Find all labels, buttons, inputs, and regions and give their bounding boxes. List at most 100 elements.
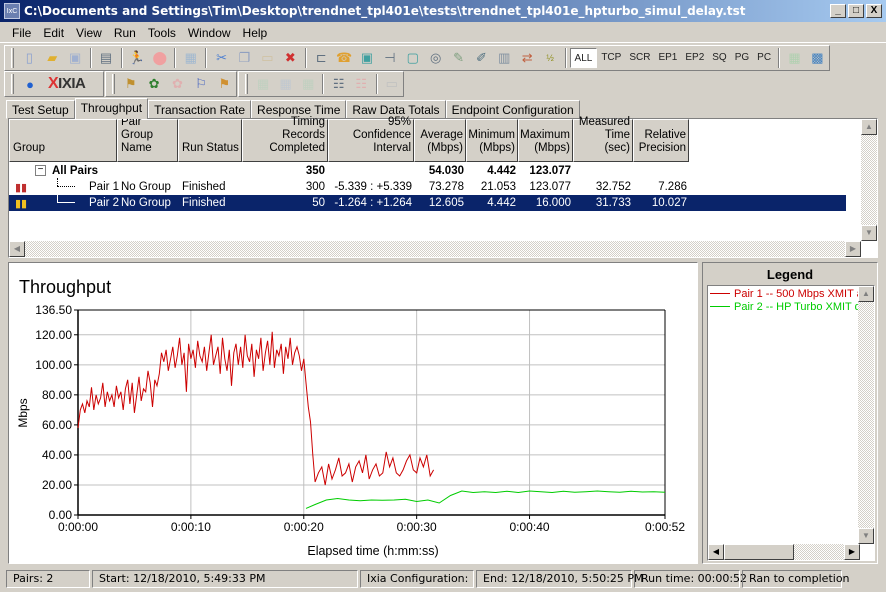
flower-disabled-icon[interactable]: ✿ [168,74,187,94]
edit-icon[interactable]: ✎ [449,48,468,68]
scroll-thumb[interactable] [724,544,794,560]
scroll-right-button[interactable]: ▶ [845,241,861,257]
filter-ep2[interactable]: EP2 [681,48,708,68]
pair-options-icon[interactable]: ✐ [472,48,491,68]
sheet-icon[interactable]: ▦ [254,74,273,94]
menu-edit[interactable]: Edit [37,26,70,40]
table-row-summary[interactable]: − All Pairs 350 54.030 4.442 123.077 [9,163,846,179]
legend-item-pair2[interactable]: Pair 2 -- HP Turbo XMIT de [710,300,874,313]
col-confidence-interval[interactable]: 95% Confidence Interval [328,116,414,162]
group-icon[interactable]: ▥ [495,48,514,68]
filter-ep1[interactable]: EP1 [654,48,681,68]
scroll-left-button[interactable]: ◀ [9,241,25,257]
flower-icon[interactable]: ✿ [144,74,163,94]
scroll-down-button[interactable]: ▼ [861,225,877,241]
stop-icon[interactable]: ⬤ [150,48,169,68]
filter-pg[interactable]: PG [731,48,753,68]
open-folder-icon[interactable]: ▰ [43,48,62,68]
flag-icon[interactable]: ⚑ [215,74,234,94]
tab-throughput[interactable]: Throughput [74,98,149,119]
close-button[interactable]: X [866,4,882,18]
col-average[interactable]: Average (Mbps) [414,119,466,162]
table-row[interactable]: ▮▮ Pair 2 No Group Finished 50 -1.264 : … [9,187,846,211]
scroll-up-button[interactable]: ▲ [861,119,877,135]
menu-view[interactable]: View [70,26,108,40]
table-vertical-scrollbar[interactable]: ▲ ▼ [861,119,877,241]
filter-pc[interactable]: PC [753,48,775,68]
chart-pane: Throughput 0.00 20.00 40.00 60.00 80.00 100.0… [8,262,698,564]
filter-all[interactable]: ALL [569,48,598,68]
pair-records: 50 [312,197,325,209]
delete-icon[interactable]: ✖ [281,48,300,68]
filter-tcp[interactable]: TCP [597,48,625,68]
throughput-chart: Throughput 0.0020.0040.0060.0080.00100.0… [16,277,685,558]
scroll-up-button[interactable]: ▲ [858,286,874,302]
toolbar-grip[interactable] [112,74,115,94]
structure2-icon[interactable]: ☷ [352,74,371,94]
col-pair-group-name[interactable]: Pair Group Name [117,116,178,162]
stream-icon[interactable]: ◎ [426,48,445,68]
table-horizontal-scrollbar[interactable]: ◀ ▶ [9,241,861,257]
maximize-button[interactable]: □ [848,4,864,18]
network-flag-icon[interactable]: ⚐ [191,74,210,94]
col-measured-time[interactable]: Measured Time (sec) [573,116,633,162]
info-icon[interactable]: ● [20,74,40,94]
compare-icon[interactable]: ▦ [181,48,200,68]
legend-item-pair1[interactable]: Pair 1 -- 500 Mbps XMIT ac [710,287,874,300]
pair-ci: -1.264 : +1.264 [334,197,412,209]
col-maximum[interactable]: Maximum (Mbps) [518,119,573,162]
pair-icon[interactable]: ⊏ [312,48,331,68]
col-group[interactable]: Group [9,119,117,162]
structure-icon[interactable]: ☷ [329,74,348,94]
tab-endpoint-configuration[interactable]: Endpoint Configuration [445,100,580,119]
col-timing-records[interactable]: Timing Records Completed [242,116,328,162]
pair-time: 32.752 [595,181,631,193]
save-icon[interactable]: ▣ [66,48,85,68]
window-title: C:\Documents and Settings\Tim\Desktop\tr… [24,4,746,18]
minimize-button[interactable]: _ [830,4,846,18]
scroll-down-button[interactable]: ▼ [858,528,874,544]
menu-run[interactable]: Run [108,26,142,40]
menu-tools[interactable]: Tools [142,26,182,40]
col-minimum[interactable]: Minimum (Mbps) [466,119,518,162]
pair-chart-icon: ▮▮ [15,197,28,210]
copy-icon[interactable]: ❐ [235,48,254,68]
run-icon[interactable]: 🏃 [128,48,147,68]
menu-file[interactable]: File [6,26,37,40]
tab-test-setup[interactable]: Test Setup [6,100,75,119]
scroll-left-button[interactable]: ◀ [708,544,724,560]
sheet2-icon[interactable]: ▦ [276,74,295,94]
swap-icon[interactable]: ⇄ [518,48,537,68]
clipboard-icon[interactable]: ▭ [383,74,402,94]
paste-icon[interactable]: ▭ [258,48,277,68]
scroll-right-button[interactable]: ▶ [844,544,860,560]
report-icon[interactable]: ▩ [808,48,827,68]
cut-icon[interactable]: ✂ [212,48,231,68]
new-file-icon[interactable]: ▯ [20,48,39,68]
video-pair-icon[interactable]: ▣ [358,48,377,68]
legend-horizontal-scrollbar[interactable]: ◀ ▶ [708,544,860,560]
folder-flag-icon[interactable]: ⚑ [121,74,140,94]
table-row[interactable]: ▮▮ Pair 1 No Group Finished 300 -5.339 :… [9,178,846,195]
col-relative-precision[interactable]: Relative Precision [633,119,689,162]
status-end: End: 12/18/2010, 5:50:25 PM [476,570,644,588]
export-icon[interactable]: ▦ [785,48,804,68]
menu-window[interactable]: Window [182,26,237,40]
video-icon[interactable]: ▢ [403,48,422,68]
voip-pair-icon[interactable]: ☎ [335,48,354,68]
filter-sq[interactable]: SQ [708,48,730,68]
toolbar-grip[interactable] [11,48,14,68]
sheet3-icon[interactable]: ▦ [299,74,318,94]
multicast-icon[interactable]: ⊣ [380,48,399,68]
filter-scr[interactable]: SCR [625,48,654,68]
toolbar-grip[interactable] [11,74,14,94]
print-icon[interactable]: ▤ [97,48,116,68]
tree-line [57,186,75,187]
menu-help[interactable]: Help [237,26,274,40]
toolbar-grip[interactable] [245,74,248,94]
collapse-icon[interactable]: − [35,165,46,176]
col-run-status[interactable]: Run Status [178,119,242,162]
summary-maximum: 123.077 [529,165,571,177]
legend-vertical-scrollbar[interactable]: ▲ ▼ [858,286,874,544]
order-icon[interactable]: ½ [541,48,560,68]
